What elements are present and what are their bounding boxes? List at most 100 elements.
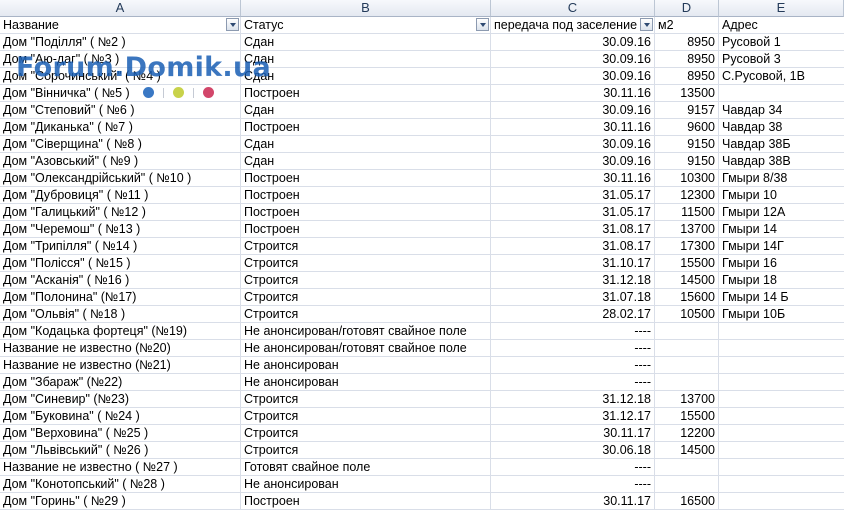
cell-handover-date[interactable]: ----	[491, 459, 655, 476]
cell-name[interactable]: Название не известно ( №27 )	[0, 459, 241, 476]
cell-area[interactable]: 9150	[655, 136, 719, 153]
cell-handover-date[interactable]: 31.12.17	[491, 408, 655, 425]
cell-handover-date[interactable]: 31.05.17	[491, 187, 655, 204]
cell-name[interactable]: Дом "Буковина" ( №24 )	[0, 408, 241, 425]
cell-handover-date[interactable]: ----	[491, 357, 655, 374]
cell-area[interactable]: 8950	[655, 68, 719, 85]
cell-handover-date[interactable]: 28.02.17	[491, 306, 655, 323]
cell-address[interactable]: Гмыри 10Б	[719, 306, 844, 323]
cell-status[interactable]: Построен	[241, 119, 491, 136]
column-header-c[interactable]: C	[491, 0, 655, 17]
cell-status[interactable]: Строится	[241, 408, 491, 425]
cell-status[interactable]: Построен	[241, 221, 491, 238]
cell-area[interactable]: 15500	[655, 255, 719, 272]
cell-address[interactable]	[719, 374, 844, 391]
cell-address[interactable]: Гмыри 10	[719, 187, 844, 204]
cell-address[interactable]	[719, 493, 844, 510]
cell-name[interactable]: Дом "Кодацька фортеця" (№19)	[0, 323, 241, 340]
cell-address[interactable]	[719, 357, 844, 374]
cell-name[interactable]: Дом "Степовий" ( №6 )	[0, 102, 241, 119]
cell-status[interactable]: Не анонсирован	[241, 357, 491, 374]
cell-name[interactable]: Дом "Сорочинський" ( №4 )	[0, 68, 241, 85]
cell-address[interactable]: Гмыри 18	[719, 272, 844, 289]
cell-address[interactable]	[719, 391, 844, 408]
cell-handover-date[interactable]: 31.05.17	[491, 204, 655, 221]
cell-area[interactable]: 13700	[655, 221, 719, 238]
cell-handover-date[interactable]: 30.09.16	[491, 136, 655, 153]
header-cell-name[interactable]: Название	[0, 17, 241, 34]
cell-area[interactable]: 15600	[655, 289, 719, 306]
cell-status[interactable]: Строится	[241, 425, 491, 442]
cell-address[interactable]: Гмыри 14Г	[719, 238, 844, 255]
cell-handover-date[interactable]: 30.09.16	[491, 51, 655, 68]
cell-area[interactable]: 11500	[655, 204, 719, 221]
cell-status[interactable]: Построен	[241, 170, 491, 187]
cell-address[interactable]	[719, 408, 844, 425]
cell-area[interactable]	[655, 357, 719, 374]
cell-name[interactable]: Дом "Горинь" ( №29 )	[0, 493, 241, 510]
header-cell-address[interactable]: Адрес	[719, 17, 844, 34]
cell-name[interactable]: Дом "Трипілля" ( №14 )	[0, 238, 241, 255]
cell-area[interactable]: 13500	[655, 85, 719, 102]
cell-handover-date[interactable]: 30.11.16	[491, 85, 655, 102]
cell-area[interactable]: 9600	[655, 119, 719, 136]
cell-handover-date[interactable]: 30.11.16	[491, 170, 655, 187]
cell-handover-date[interactable]: 31.12.18	[491, 391, 655, 408]
cell-status[interactable]: Не анонсирован	[241, 476, 491, 493]
cell-handover-date[interactable]: 31.08.17	[491, 238, 655, 255]
cell-address[interactable]: Гмыри 16	[719, 255, 844, 272]
cell-area[interactable]: 16500	[655, 493, 719, 510]
column-header-d[interactable]: D	[655, 0, 719, 17]
cell-status[interactable]: Сдан	[241, 34, 491, 51]
cell-name[interactable]: Дом "Верховина" ( №25 )	[0, 425, 241, 442]
cell-status[interactable]: Сдан	[241, 68, 491, 85]
cell-handover-date[interactable]: 31.10.17	[491, 255, 655, 272]
header-cell-area[interactable]: м2	[655, 17, 719, 34]
filter-dropdown-icon[interactable]	[640, 18, 653, 31]
cell-name[interactable]: Дом "Полісся" ( №15 )	[0, 255, 241, 272]
cell-address[interactable]: С.Русовой, 1В	[719, 68, 844, 85]
cell-handover-date[interactable]: 30.09.16	[491, 153, 655, 170]
cell-name[interactable]: Дом "Синевир" (№23)	[0, 391, 241, 408]
cell-area[interactable]: 8950	[655, 34, 719, 51]
cell-status[interactable]: Строится	[241, 272, 491, 289]
cell-area[interactable]	[655, 340, 719, 357]
cell-name[interactable]: Дом "Галицький" ( №12 )	[0, 204, 241, 221]
cell-name[interactable]: Дом "Дубровиця" ( №11 )	[0, 187, 241, 204]
cell-area[interactable]	[655, 323, 719, 340]
cell-address[interactable]	[719, 85, 844, 102]
cell-handover-date[interactable]: 30.11.17	[491, 493, 655, 510]
cell-status[interactable]: Строится	[241, 255, 491, 272]
cell-area[interactable]: 10500	[655, 306, 719, 323]
cell-area[interactable]: 9157	[655, 102, 719, 119]
cell-name[interactable]: Дом "Львівський" ( №26 )	[0, 442, 241, 459]
cell-handover-date[interactable]: 30.06.18	[491, 442, 655, 459]
cell-name[interactable]: Дом "Конотопський" ( №28 )	[0, 476, 241, 493]
cell-area[interactable]	[655, 459, 719, 476]
cell-area[interactable]: 12300	[655, 187, 719, 204]
cell-status[interactable]: Построен	[241, 204, 491, 221]
cell-handover-date[interactable]: 31.12.18	[491, 272, 655, 289]
cell-address[interactable]: Гмыри 12А	[719, 204, 844, 221]
cell-area[interactable]: 12200	[655, 425, 719, 442]
cell-handover-date[interactable]: ----	[491, 323, 655, 340]
cell-handover-date[interactable]: 30.11.16	[491, 119, 655, 136]
cell-handover-date[interactable]: ----	[491, 476, 655, 493]
cell-address[interactable]: Чавдар 38Б	[719, 136, 844, 153]
cell-area[interactable]: 15500	[655, 408, 719, 425]
cell-address[interactable]: Гмыри 8/38	[719, 170, 844, 187]
cell-name[interactable]: Дом "Аю-даг" ( №3 )	[0, 51, 241, 68]
cell-status[interactable]: Строится	[241, 442, 491, 459]
cell-name[interactable]: Дом "Диканька" ( №7 )	[0, 119, 241, 136]
column-header-a[interactable]: A	[0, 0, 241, 17]
cell-area[interactable]: 14500	[655, 442, 719, 459]
cell-address[interactable]	[719, 425, 844, 442]
cell-handover-date[interactable]: 30.11.17	[491, 425, 655, 442]
cell-handover-date[interactable]: 30.09.16	[491, 34, 655, 51]
cell-address[interactable]: Чавдар 38	[719, 119, 844, 136]
cell-handover-date[interactable]: 31.08.17	[491, 221, 655, 238]
filter-dropdown-icon[interactable]	[476, 18, 489, 31]
cell-name[interactable]: Название не известно (№21)	[0, 357, 241, 374]
cell-area[interactable]: 8950	[655, 51, 719, 68]
cell-address[interactable]	[719, 476, 844, 493]
